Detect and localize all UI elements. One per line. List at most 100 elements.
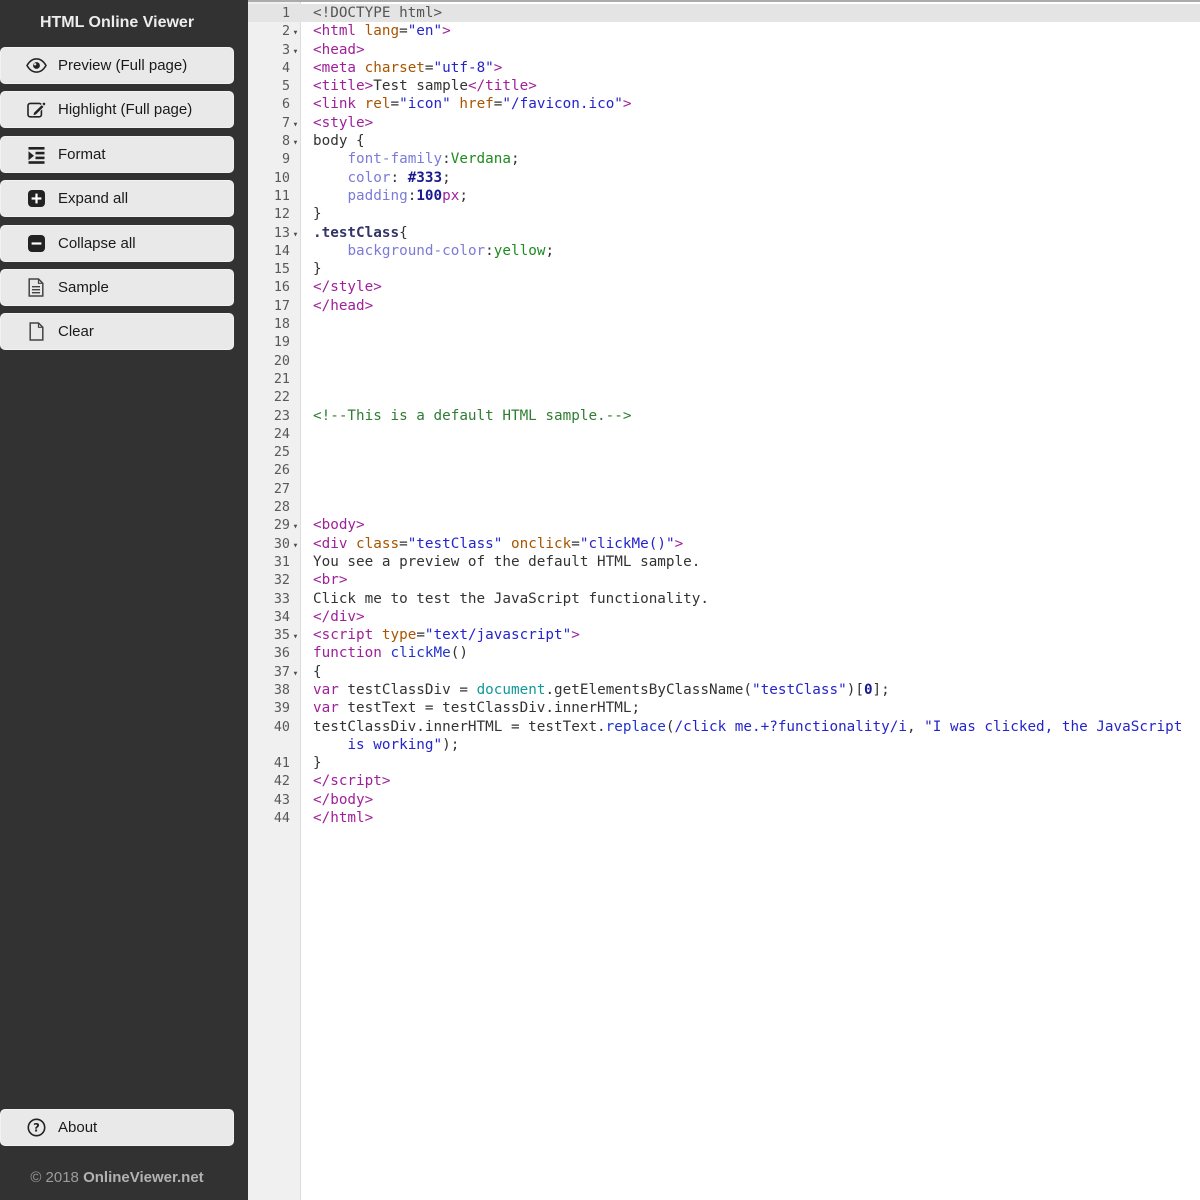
- sidebar-button-sample[interactable]: Sample: [0, 268, 234, 306]
- code-token: ;: [459, 187, 468, 204]
- sidebar-button-highlight[interactable]: Highlight (Full page): [0, 91, 234, 129]
- code-token: >: [622, 96, 632, 113]
- sidebar-button-label: Sample: [58, 278, 109, 296]
- code-line-24[interactable]: 24: [248, 425, 1200, 443]
- code-line-16[interactable]: 16 </style>: [248, 278, 1200, 296]
- code-text: }: [301, 261, 322, 277]
- code-token: <!--This is a default HTML sample.-->: [313, 407, 632, 424]
- line-number: 5: [281, 79, 290, 95]
- line-number: 33: [273, 591, 290, 607]
- line-number: 36: [273, 646, 290, 662]
- code-line-22[interactable]: 22: [248, 388, 1200, 406]
- code-line-17[interactable]: 17 </head>: [248, 297, 1200, 315]
- code-line-7[interactable]: 7 ▾ <style>: [248, 114, 1200, 132]
- code-token: rel: [364, 96, 391, 113]
- sidebar-button-expand-all[interactable]: Expand all: [0, 180, 234, 218]
- sidebar-button-list: Preview (Full page) Highlight (Full page)…: [0, 47, 248, 358]
- code-line-10[interactable]: 10 color: #333;: [248, 169, 1200, 187]
- code-line-18[interactable]: 18: [248, 315, 1200, 333]
- code-token: >: [442, 23, 451, 40]
- code-line-31[interactable]: 31 You see a preview of the default HTML …: [248, 553, 1200, 571]
- code-token: =: [399, 535, 408, 552]
- code-token: replace: [605, 718, 666, 735]
- code-line-38[interactable]: 38 var testClassDiv = document.getElement…: [248, 681, 1200, 699]
- code-line-3[interactable]: 3 ▾ <head>: [248, 41, 1200, 59]
- code-line-25[interactable]: 25: [248, 443, 1200, 461]
- code-line-33[interactable]: 33 Click me to test the JavaScript functi…: [248, 590, 1200, 608]
- code-line-37[interactable]: 37 ▾{: [248, 663, 1200, 681]
- sidebar-button-clear[interactable]: Clear: [0, 313, 234, 351]
- about-button[interactable]: ? About: [0, 1108, 234, 1146]
- code-editor[interactable]: 1 <!DOCTYPE html> 2 ▾ <html lang="en"> 3 ▾ <hea…: [248, 0, 1200, 1200]
- line-number: 35: [273, 628, 290, 644]
- code-line-13[interactable]: 13 ▾ .testClass{: [248, 224, 1200, 242]
- sidebar-button-collapse-all[interactable]: Collapse all: [0, 224, 234, 262]
- code-line-15[interactable]: 15}: [248, 260, 1200, 278]
- code-line-34[interactable]: 34 </div>: [248, 608, 1200, 626]
- code-line-27[interactable]: 27: [248, 480, 1200, 498]
- code-token: clickMe: [390, 645, 451, 662]
- code-text: <title>Test sample</title>: [301, 78, 537, 94]
- code-line-wrap[interactable]: is working");: [248, 736, 1200, 754]
- format-icon: [25, 144, 47, 164]
- code-line-30[interactable]: 30 ▾ <div class="testClass" onclick="click…: [248, 535, 1200, 553]
- code-line-32[interactable]: 32 <br>: [248, 571, 1200, 589]
- line-number: 23: [273, 408, 290, 424]
- line-number: 20: [273, 353, 290, 369]
- code-line-40[interactable]: 40 testClassDiv.innerHTML = testText.repl…: [248, 718, 1200, 736]
- code-line-21[interactable]: 21: [248, 370, 1200, 388]
- code-line-12[interactable]: 12}: [248, 205, 1200, 223]
- code-token: )[: [846, 681, 864, 698]
- code-line-44[interactable]: 44 </html>: [248, 809, 1200, 827]
- line-number: 42: [273, 774, 290, 790]
- sidebar-button-format[interactable]: Format: [0, 135, 234, 173]
- fold-arrow-icon[interactable]: ▾: [290, 24, 301, 42]
- code-token: {: [399, 224, 408, 241]
- code-line-39[interactable]: 39 var testText = testClassDiv.innerHTML;: [248, 699, 1200, 717]
- code-line-41[interactable]: 41}: [248, 754, 1200, 772]
- code-line-20[interactable]: 20: [248, 352, 1200, 370]
- code-line-42[interactable]: 42 </script>: [248, 772, 1200, 790]
- code-line-4[interactable]: 4 <meta charset="utf-8">: [248, 59, 1200, 77]
- code-token: 100: [416, 187, 443, 204]
- line-number: 25: [273, 445, 290, 461]
- code-token: :: [390, 169, 408, 186]
- code-token: );: [442, 736, 460, 753]
- code-line-26[interactable]: 26: [248, 461, 1200, 479]
- code-text: .testClass{: [301, 225, 408, 241]
- code-token: .getElementsByClassName(: [545, 681, 753, 698]
- code-line-14[interactable]: 14 background-color:yellow;: [248, 242, 1200, 260]
- code-line-1[interactable]: 1 <!DOCTYPE html>: [248, 4, 1200, 23]
- code-line-19[interactable]: 19: [248, 333, 1200, 351]
- code-line-29[interactable]: 29 ▾ <body>: [248, 516, 1200, 534]
- line-number: 12: [273, 207, 290, 223]
- code-text: color: #333;: [301, 169, 450, 186]
- code-line-8[interactable]: 8 ▾ body {: [248, 132, 1200, 150]
- code-token: /click me.+?functionality/i: [674, 718, 907, 735]
- code-line-36[interactable]: 36 function clickMe(): [248, 644, 1200, 662]
- line-number: 24: [273, 426, 290, 442]
- code-line-11[interactable]: 11 padding:100px;: [248, 187, 1200, 205]
- code-token: var: [313, 700, 339, 717]
- code-line-43[interactable]: 43 </body>: [248, 791, 1200, 809]
- code-line-28[interactable]: 28: [248, 498, 1200, 516]
- line-number: 3: [281, 42, 290, 58]
- code-token: ];: [872, 681, 890, 698]
- code-line-9[interactable]: 9 font-family:Verdana;: [248, 150, 1200, 168]
- sidebar: HTML Online Viewer Preview (Full page) Hi…: [0, 0, 248, 1200]
- code-token: font-family: [347, 151, 443, 168]
- code-token: var: [313, 681, 339, 698]
- code-line-5[interactable]: 5 <title>Test sample</title>: [248, 77, 1200, 95]
- code-line-6[interactable]: 6 <link rel="icon" href="/favicon.ico">: [248, 95, 1200, 113]
- code-line-35[interactable]: 35 ▾ <script type="text/javascript">: [248, 626, 1200, 644]
- code-text: <!--This is a default HTML sample.-->: [301, 408, 631, 424]
- sidebar-button-preview[interactable]: Preview (Full page): [0, 47, 234, 84]
- code-line-23[interactable]: 23 <!--This is a default HTML sample.-->: [248, 407, 1200, 425]
- code-line-2[interactable]: 2 ▾ <html lang="en">: [248, 22, 1200, 40]
- fold-arrow-icon[interactable]: ▾: [290, 518, 301, 536]
- code-token: .testClass: [313, 224, 400, 241]
